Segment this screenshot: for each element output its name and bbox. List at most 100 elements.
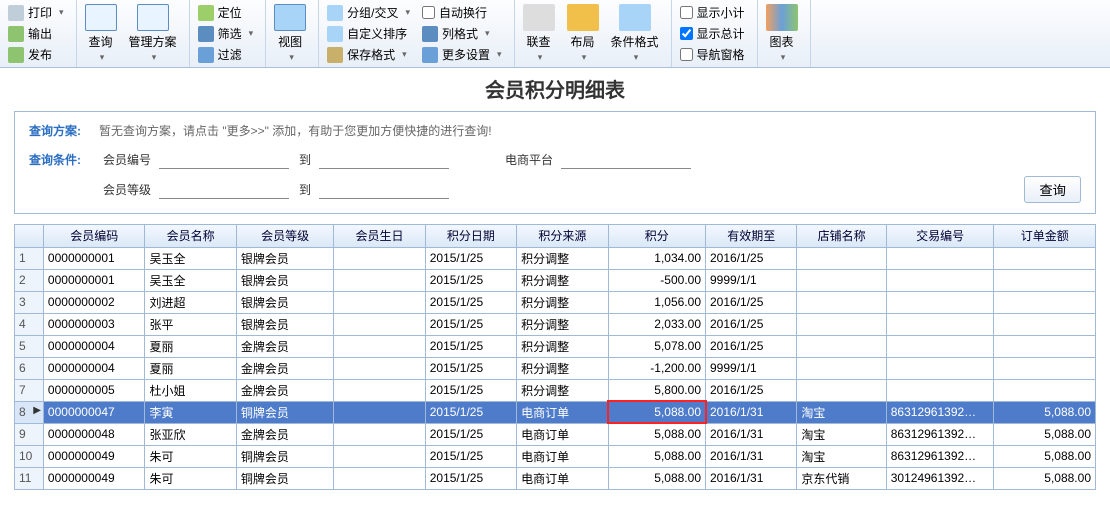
sort-button[interactable]: 自定义排序 <box>323 24 414 43</box>
cell[interactable] <box>994 291 1096 313</box>
cell[interactable]: 2015/1/25 <box>425 291 516 313</box>
cell[interactable] <box>886 291 994 313</box>
cell[interactable]: 2015/1/25 <box>425 401 516 423</box>
cell[interactable]: 2016/1/25 <box>706 379 797 401</box>
cell[interactable]: 0000000004 <box>43 335 145 357</box>
cell[interactable] <box>797 313 886 335</box>
table-row[interactable]: 50000000004夏丽金牌会员2015/1/25积分调整5,078.0020… <box>15 335 1096 357</box>
table-row[interactable]: 100000000049朱可铜牌会员2015/1/25电商订单5,088.002… <box>15 445 1096 467</box>
cell[interactable]: 1,056.00 <box>608 291 705 313</box>
cell[interactable]: 3 <box>15 291 43 313</box>
cell[interactable]: 2,033.00 <box>608 313 705 335</box>
saveformat-button[interactable]: 保存格式 <box>323 45 414 64</box>
cell[interactable]: 0000000047 <box>43 401 145 423</box>
table-row[interactable]: 30000000002刘进超银牌会员2015/1/25积分调整1,056.002… <box>15 291 1096 313</box>
publish-button[interactable]: 发布 <box>4 45 68 64</box>
cell[interactable]: 0000000005 <box>43 379 145 401</box>
cell[interactable]: 9999/1/1 <box>706 269 797 291</box>
cell[interactable]: 2015/1/25 <box>425 467 516 489</box>
cell[interactable]: 5,088.00 <box>608 401 705 423</box>
col-header[interactable]: 会员编码 <box>43 225 145 247</box>
cell[interactable]: 7 <box>15 379 43 401</box>
table-row[interactable]: 90000000048张亚欣金牌会员2015/1/25电商订单5,088.002… <box>15 423 1096 445</box>
cell[interactable]: 2015/1/25 <box>425 379 516 401</box>
cell[interactable]: 银牌会员 <box>236 291 333 313</box>
subtotal-check[interactable]: 显示小计 <box>676 3 749 22</box>
link-button[interactable]: 联查 <box>517 2 561 65</box>
cell[interactable]: -1,200.00 <box>608 357 705 379</box>
cell[interactable]: 积分调整 <box>517 291 608 313</box>
cell[interactable]: 淘宝 <box>797 401 886 423</box>
cell[interactable]: 淘宝 <box>797 445 886 467</box>
cell[interactable]: 金牌会员 <box>236 335 333 357</box>
cell[interactable]: 5,088.00 <box>608 467 705 489</box>
memberno-to-input[interactable] <box>319 149 449 169</box>
level-from-input[interactable] <box>159 179 289 199</box>
col-header[interactable]: 店铺名称 <box>797 225 886 247</box>
cell[interactable]: 夏丽 <box>145 335 236 357</box>
cell[interactable]: 电商订单 <box>517 445 608 467</box>
cell[interactable]: 2015/1/25 <box>425 423 516 445</box>
manage-scheme-button[interactable]: 管理方案 <box>123 2 183 65</box>
export-button[interactable]: 输出 <box>4 24 68 43</box>
locate-button[interactable]: 定位 <box>194 3 258 22</box>
cell[interactable]: 10 <box>15 445 43 467</box>
memberno-from-input[interactable] <box>159 149 289 169</box>
cell[interactable] <box>797 357 886 379</box>
cell[interactable]: 2015/1/25 <box>425 247 516 269</box>
cell[interactable] <box>797 247 886 269</box>
cell[interactable]: 30124961392… <box>886 467 994 489</box>
table-row[interactable]: 60000000004夏丽金牌会员2015/1/25积分调整-1,200.009… <box>15 357 1096 379</box>
cell[interactable]: 吴玉全 <box>145 269 236 291</box>
cell[interactable]: 1 <box>15 247 43 269</box>
cell[interactable]: -500.00 <box>608 269 705 291</box>
table-row[interactable]: 40000000003张平银牌会员2015/1/25积分调整2,033.0020… <box>15 313 1096 335</box>
cell[interactable]: 淘宝 <box>797 423 886 445</box>
cell[interactable]: 2 <box>15 269 43 291</box>
total-check[interactable]: 显示总计 <box>676 24 749 43</box>
cell[interactable]: 金牌会员 <box>236 423 333 445</box>
total-checkbox[interactable] <box>680 27 693 40</box>
cell[interactable]: 0000000003 <box>43 313 145 335</box>
nav-check[interactable]: 导航窗格 <box>676 45 749 64</box>
cell[interactable]: 铜牌会员 <box>236 401 333 423</box>
view-button[interactable]: 视图 <box>268 2 312 65</box>
cell[interactable]: 2016/1/25 <box>706 335 797 357</box>
cell[interactable]: 2016/1/31 <box>706 423 797 445</box>
table-row[interactable]: 80000000047李寅铜牌会员2015/1/25电商订单5,088.0020… <box>15 401 1096 423</box>
cell[interactable]: 积分调整 <box>517 335 608 357</box>
cell[interactable] <box>334 379 425 401</box>
cell[interactable]: 朱可 <box>145 445 236 467</box>
cell[interactable] <box>886 269 994 291</box>
cell[interactable]: 2016/1/31 <box>706 401 797 423</box>
cell[interactable] <box>994 357 1096 379</box>
cell[interactable] <box>797 335 886 357</box>
cell[interactable] <box>334 423 425 445</box>
col-header[interactable]: 积分来源 <box>517 225 608 247</box>
cell[interactable]: 86312961392… <box>886 445 994 467</box>
cell[interactable] <box>334 401 425 423</box>
colformat-button[interactable]: 列格式 <box>418 24 506 43</box>
cell[interactable]: 积分调整 <box>517 357 608 379</box>
cell[interactable]: 吴玉全 <box>145 247 236 269</box>
cell[interactable]: 积分调整 <box>517 313 608 335</box>
cell[interactable]: 4 <box>15 313 43 335</box>
filter-button[interactable]: 筛选 <box>194 24 258 43</box>
cell[interactable]: 2015/1/25 <box>425 445 516 467</box>
cell[interactable]: 刘进超 <box>145 291 236 313</box>
print-button[interactable]: 打印 <box>4 3 68 22</box>
cell[interactable] <box>797 379 886 401</box>
cell[interactable]: 积分调整 <box>517 247 608 269</box>
more-button[interactable]: 更多设置 <box>418 45 506 64</box>
cell[interactable]: 金牌会员 <box>236 379 333 401</box>
cell[interactable]: 杜小姐 <box>145 379 236 401</box>
cell[interactable]: 夏丽 <box>145 357 236 379</box>
subtotal-checkbox[interactable] <box>680 6 693 19</box>
cell[interactable] <box>797 291 886 313</box>
cell[interactable]: 京东代销 <box>797 467 886 489</box>
cell[interactable]: 银牌会员 <box>236 313 333 335</box>
cell[interactable]: 0000000049 <box>43 445 145 467</box>
cell[interactable] <box>334 357 425 379</box>
cell[interactable] <box>886 313 994 335</box>
condformat-button[interactable]: 条件格式 <box>605 2 665 65</box>
